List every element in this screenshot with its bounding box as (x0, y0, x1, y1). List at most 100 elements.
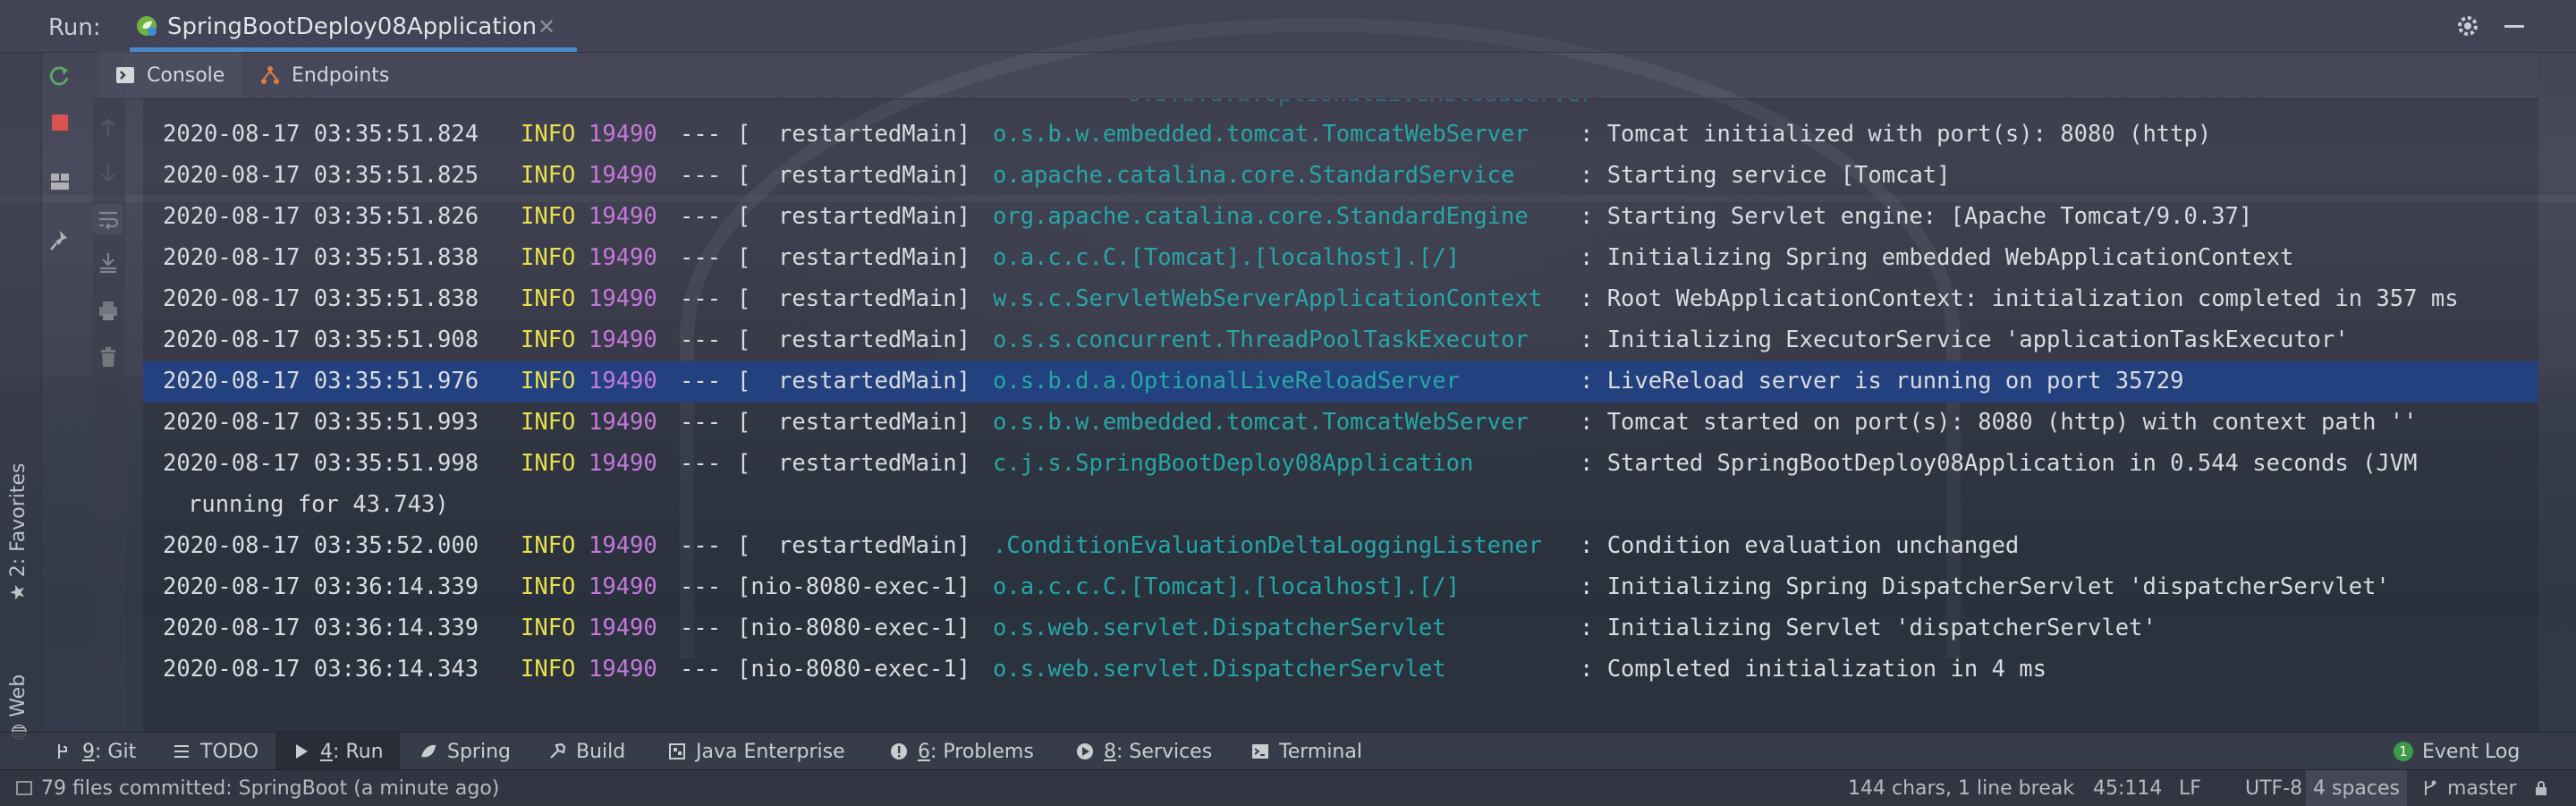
log-level: INFO (521, 121, 576, 148)
log-line-continuation[interactable]: running for 43.743) (143, 485, 2538, 526)
tool-todo[interactable]: TODO (172, 733, 258, 770)
log-sep: --- (680, 121, 722, 148)
log-thread: [ restartedMain] (737, 203, 970, 230)
tool-problems-label: : Problems (930, 740, 1034, 763)
clipped-previous-line: o.s.b.d.a.OptionalLiveReloadServer (1127, 98, 1753, 107)
console-output[interactable]: o.s.b.d.a.OptionalLiveReloadServer 2020-… (143, 98, 2538, 734)
log-msg: : Starting service [Tomcat] (1580, 162, 1951, 189)
log-line[interactable]: 2020-08-17 03:35:51.908 INFO 19490 --- [ res… (143, 320, 2538, 361)
tool-build-label: Build (576, 740, 626, 763)
status-caret-position[interactable]: 45:114 (2093, 770, 2162, 806)
stop-icon[interactable] (45, 107, 75, 138)
git-icon (58, 744, 67, 759)
pin-icon[interactable] (45, 225, 75, 256)
log-line[interactable]: 2020-08-17 03:35:51.826 INFO 19490 --- [ res… (143, 197, 2538, 238)
log-line[interactable]: 2020-08-17 03:35:51.824 INFO 19490 --- [ res… (143, 115, 2538, 156)
tool-run-key: 4 (320, 740, 333, 763)
log-line[interactable]: 2020-08-17 03:35:51.838 INFO 19490 --- [ res… (143, 279, 2538, 320)
problems-icon (891, 743, 907, 759)
tool-services-label: : Services (1116, 740, 1213, 763)
log-line[interactable]: 2020-08-17 03:35:51.993 INFO 19490 --- [ res… (143, 403, 2538, 444)
run-config-tab[interactable]: SpringBootDeploy08Application ✕ (130, 0, 577, 52)
log-thread: [nio-8080-exec-1] (737, 615, 970, 641)
log-level: INFO (521, 368, 576, 395)
spring-icon (421, 744, 436, 758)
tool-build[interactable]: Build (547, 733, 625, 770)
log-logger: o.apache.catalina.core.StandardService (993, 162, 1515, 189)
log-level: INFO (521, 162, 576, 189)
tool-spring[interactable]: Spring (419, 733, 511, 770)
tool-window-bar: 9: Git TODO 4: Run Spring Build Java Ent… (0, 732, 2576, 770)
log-pid: 19490 (589, 244, 657, 271)
vertical-scrollbar[interactable] (2538, 52, 2576, 732)
log-logger: c.j.s.SpringBootDeploy08Application (993, 450, 1474, 477)
log-ts: 2020-08-17 03:36:14.339 (163, 573, 479, 600)
log-logger: o.s.s.concurrent.ThreadPoolTaskExecutor (993, 327, 1529, 353)
tab-endpoints[interactable]: Endpoints (259, 52, 389, 98)
console-sub-tabs: Console Endpoints (98, 52, 2538, 99)
tab-console[interactable]: Console (98, 52, 242, 98)
rerun-icon[interactable] (45, 61, 75, 91)
endpoints-icon (261, 66, 279, 84)
minimize-icon[interactable] (2501, 13, 2528, 39)
log-line[interactable]: 2020-08-17 03:35:51.998 INFO 19490 --- [ res… (143, 444, 2538, 485)
event-log-badge: 1 (2394, 742, 2413, 761)
status-git-branch[interactable]: master (2420, 770, 2517, 806)
status-selection-info[interactable]: 144 chars, 1 line break (1848, 770, 2074, 806)
log-ts: 2020-08-17 03:36:14.343 (163, 656, 479, 683)
status-indent[interactable]: 4 spaces (2306, 770, 2407, 806)
log-line[interactable]: 2020-08-17 03:36:14.339 INFO 19490 --- [nio-… (143, 608, 2538, 649)
star-icon: ★ (7, 577, 30, 601)
log-line[interactable]: 2020-08-17 03:36:14.339 INFO 19490 --- [nio-… (143, 567, 2538, 608)
log-line[interactable]: 2020-08-17 03:35:51.825 INFO 19490 --- [ res… (143, 156, 2538, 197)
log-logger: w.s.c.ServletWebServerApplicationContext (993, 285, 1543, 312)
tool-terminal[interactable]: Terminal (1250, 733, 1362, 770)
event-log-button[interactable]: 1 Event Log (2394, 733, 2520, 770)
log-sep: --- (680, 615, 722, 641)
layout-icon[interactable] (45, 166, 75, 197)
log-msg: : Starting Servlet engine: [Apache Tomca… (1580, 203, 2253, 230)
tool-problems[interactable]: 6: Problems (889, 733, 1034, 770)
run-tool-window-header: Run: SpringBootDeploy08Application ✕ (0, 0, 2576, 53)
tool-terminal-label: Terminal (1279, 740, 1362, 763)
status-message[interactable]: 79 files committed: SpringBoot (a minute… (14, 770, 499, 806)
tool-services[interactable]: 8: Services (1075, 733, 1212, 770)
log-msg: : Tomcat initialized with port(s): 8080 … (1580, 121, 2212, 148)
log-msg-continuation: running for 43.743) (188, 491, 449, 518)
tool-git-label: : Git (95, 740, 137, 763)
status-line-separator[interactable]: LF (2179, 770, 2201, 806)
log-sep: --- (680, 532, 722, 559)
log-logger: .ConditionEvaluationDeltaLoggingListener (993, 532, 1543, 559)
log-pid: 19490 (589, 615, 657, 641)
log-thread: [ restartedMain] (737, 368, 970, 395)
tool-git[interactable]: 9: Git (54, 733, 136, 770)
web-label: Web (7, 674, 30, 717)
log-thread: [ restartedMain] (737, 162, 970, 189)
close-icon[interactable]: ✕ (538, 14, 555, 39)
branch-icon (2425, 780, 2436, 795)
web-tab[interactable]: ◍ Web (7, 674, 30, 741)
log-line[interactable]: 2020-08-17 03:35:52.000 INFO 19490 --- [ res… (143, 526, 2538, 567)
tool-java-enterprise-label: Java Enterprise (696, 740, 845, 763)
lock-icon[interactable] (2531, 770, 2558, 806)
tool-java-enterprise[interactable]: Java Enterprise (667, 733, 845, 770)
build-icon (550, 742, 566, 759)
log-line[interactable]: 2020-08-17 03:36:14.343 INFO 19490 --- [nio-… (143, 649, 2538, 691)
log-msg: : Condition evaluation unchanged (1580, 532, 2020, 559)
log-msg: : Initializing Spring DispatcherServlet … (1580, 573, 2390, 600)
favorites-tab[interactable]: ★ 2: Favorites (7, 463, 30, 602)
log-thread: [ restartedMain] (737, 532, 970, 559)
log-sep: --- (680, 203, 722, 230)
log-msg: : Initializing Spring embedded WebApplic… (1580, 244, 2294, 271)
log-line[interactable]: 2020-08-17 03:35:51.838 INFO 19490 --- [ res… (143, 238, 2538, 279)
log-sep: --- (680, 244, 722, 271)
status-encoding[interactable]: UTF-8 (2245, 770, 2302, 806)
log-logger: o.s.b.w.embedded.tomcat.TomcatWebServer (993, 121, 1529, 148)
event-log-label: Event Log (2422, 740, 2521, 763)
log-line[interactable]: 2020-08-17 03:35:51.976 INFO 19490 --- [ res… (143, 361, 2538, 403)
gear-icon[interactable] (2454, 13, 2481, 39)
tool-spring-label: Spring (447, 740, 511, 763)
log-ts: 2020-08-17 03:35:51.838 (163, 244, 479, 271)
log-sep: --- (680, 409, 722, 436)
tool-run[interactable]: 4: Run (275, 733, 400, 770)
